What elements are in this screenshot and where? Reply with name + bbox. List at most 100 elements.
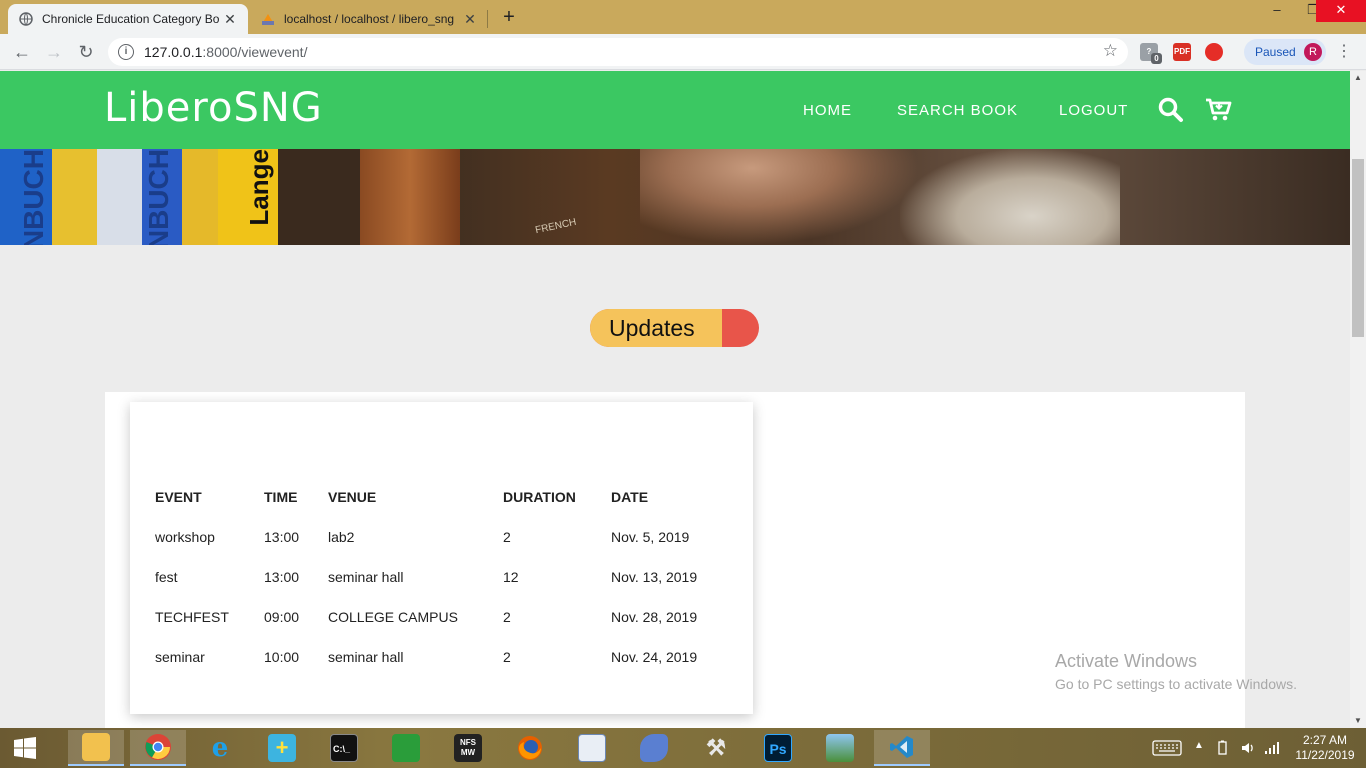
tab-close-icon[interactable]: ✕: [222, 11, 238, 28]
tools-icon[interactable]: ⚒: [688, 730, 744, 766]
cell-duration: 2: [503, 529, 511, 545]
cell-venue: COLLEGE CAMPUS: [328, 609, 458, 625]
cell-venue: seminar hall: [328, 649, 404, 665]
dolphin-icon[interactable]: [626, 730, 682, 766]
vscode-icon[interactable]: [874, 730, 930, 766]
nav-search-book-link[interactable]: SEARCH BOOK: [897, 102, 1018, 119]
reload-icon[interactable]: ↻: [74, 41, 98, 63]
nfs-mw-icon[interactable]: NFS MW: [440, 730, 496, 766]
photoshop-icon[interactable]: Ps: [750, 730, 806, 766]
table-row: seminar 10:00 seminar hall 2 Nov. 24, 20…: [155, 637, 721, 677]
windows-taskbar: e + C:\_ NFS MW ⚒ Ps ▲ 2:27 AM 11/22/201…: [0, 728, 1366, 768]
back-arrow-icon[interactable]: ←: [10, 41, 34, 63]
reader-arm-image: [640, 149, 920, 245]
photo-viewer-icon[interactable]: [812, 730, 868, 766]
command-prompt-icon[interactable]: C:\_: [316, 730, 372, 766]
tab-title: Chronicle Education Category Bo: [42, 12, 220, 26]
system-clock[interactable]: 2:27 AM 11/22/2019: [1290, 733, 1360, 763]
hero-banner-image: NBUCH NBUCH Lange FRENCH: [0, 149, 1350, 245]
cell-venue: seminar hall: [328, 569, 404, 585]
nav-home-link[interactable]: HOME: [803, 102, 852, 119]
avatar: R: [1304, 43, 1322, 61]
site-navbar: LiberoSNG HOME SEARCH BOOK LOGOUT: [0, 71, 1350, 149]
pdf-tool-icon[interactable]: [1205, 43, 1223, 61]
url-text: 127.0.0.1:8000/viewevent/: [144, 44, 308, 60]
profile-status: Paused: [1255, 45, 1296, 59]
site-brand[interactable]: LiberoSNG: [104, 85, 323, 131]
cell-time: 13:00: [264, 529, 300, 545]
cell-duration: 2: [503, 649, 511, 665]
cell-date: Nov. 28, 2019: [611, 609, 698, 625]
book-title: Lange: [244, 149, 274, 226]
cell-event: workshop: [155, 529, 215, 545]
cell-duration: 12: [503, 569, 519, 585]
cell-duration: 2: [503, 609, 511, 625]
events-table: EVENT TIME VENUE DURATION DATE workshop …: [155, 477, 721, 677]
search-icon[interactable]: [1157, 96, 1185, 124]
cell-date: Nov. 24, 2019: [611, 649, 698, 665]
book-title: NBUCH: [143, 149, 174, 245]
column-header-venue: VENUE: [328, 489, 377, 505]
bookmark-star-icon[interactable]: ☆: [1103, 41, 1118, 61]
tab-close-icon[interactable]: ✕: [462, 11, 478, 28]
tab-divider: [487, 10, 488, 28]
info-icon[interactable]: i: [118, 44, 134, 60]
cart-icon[interactable]: [1204, 96, 1232, 124]
tab-title: localhost / localhost / libero_sng: [284, 12, 455, 26]
menu-kebab-icon[interactable]: ⋮: [1336, 44, 1352, 62]
reader-person-image: [900, 149, 1120, 245]
cell-date: Nov. 13, 2019: [611, 569, 698, 585]
cell-time: 10:00: [264, 649, 300, 665]
scrollbar-thumb[interactable]: [1352, 159, 1364, 337]
tab-phpmyadmin[interactable]: localhost / localhost / libero_sng ✕: [250, 4, 488, 34]
book-title: NBUCH: [18, 149, 49, 245]
browser-toolbar: ← → ↻ i 127.0.0.1:8000/viewevent/ ☆ ? 0 …: [0, 34, 1366, 70]
document-icon[interactable]: [564, 730, 620, 766]
keyboard-icon[interactable]: [1152, 740, 1182, 768]
updates-heading: Updates: [609, 315, 695, 341]
windows-start-icon[interactable]: [0, 730, 50, 766]
extension-badge: 0: [1151, 53, 1162, 64]
column-header-duration: DURATION: [503, 489, 576, 505]
nav-logout-link[interactable]: LOGOUT: [1059, 102, 1128, 119]
cell-time: 13:00: [264, 569, 300, 585]
phpmyadmin-icon: [260, 11, 276, 27]
store-icon[interactable]: [378, 730, 434, 766]
network-signal-icon[interactable]: [1264, 740, 1280, 768]
cell-event: TECHFEST: [155, 609, 229, 625]
cell-venue: lab2: [328, 529, 355, 545]
firefox-icon[interactable]: [502, 730, 558, 766]
shelf-image: [360, 149, 460, 245]
book-spine: [97, 149, 142, 245]
globe-icon: [18, 11, 34, 27]
book-spine: [278, 149, 360, 245]
file-explorer-icon[interactable]: [68, 730, 124, 766]
pdf-extension-icon[interactable]: PDF: [1173, 43, 1191, 61]
scroll-down-arrow-icon[interactable]: ▼: [1350, 714, 1366, 728]
clock-time: 2:27 AM: [1302, 733, 1348, 747]
volume-icon[interactable]: [1240, 740, 1256, 768]
page-scrollbar[interactable]: ▲ ▼: [1350, 71, 1366, 728]
watermark-subtitle: Go to PC settings to activate Windows.: [1055, 676, 1297, 692]
profile-button[interactable]: Paused R: [1244, 39, 1326, 65]
browser-tab-bar: Chronicle Education Category Bo ✕ localh…: [0, 0, 1366, 34]
cell-event: fest: [155, 569, 178, 585]
forward-arrow-icon[interactable]: →: [42, 41, 66, 63]
app-plus-icon[interactable]: +: [254, 730, 310, 766]
battery-icon[interactable]: [1214, 740, 1230, 768]
book-spine: [52, 149, 97, 245]
updates-heading-pill: Updates: [590, 309, 759, 347]
tab-chronicle-education[interactable]: Chronicle Education Category Bo ✕: [8, 4, 248, 34]
book-label: FRENCH: [534, 216, 578, 237]
internet-explorer-icon[interactable]: e: [192, 730, 248, 766]
address-bar[interactable]: i 127.0.0.1:8000/viewevent/ ☆: [108, 38, 1128, 66]
cell-time: 09:00: [264, 609, 300, 625]
table-row: workshop 13:00 lab2 2 Nov. 5, 2019: [155, 517, 721, 557]
show-hidden-icons-chevron-icon[interactable]: ▲: [1194, 740, 1204, 768]
scroll-up-arrow-icon[interactable]: ▲: [1350, 71, 1366, 85]
column-header-date: DATE: [611, 489, 649, 505]
close-window-button[interactable]: ✕: [1316, 0, 1366, 22]
activate-windows-watermark: Activate Windows Go to PC settings to ac…: [1055, 651, 1297, 692]
new-tab-button[interactable]: +: [498, 6, 520, 28]
chrome-icon[interactable]: [130, 730, 186, 766]
